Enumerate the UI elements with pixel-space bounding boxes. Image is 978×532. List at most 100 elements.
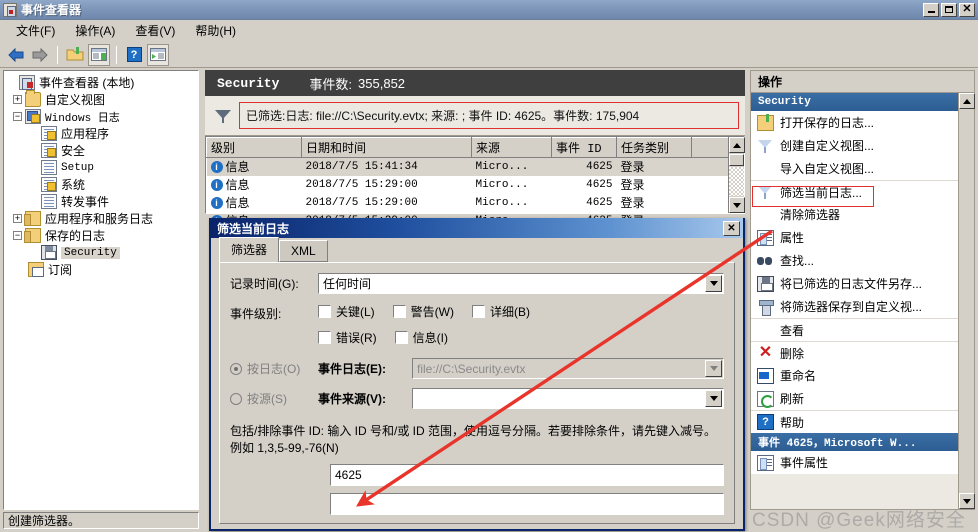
tree-node-windows-logs[interactable]: − Windows 日志: [7, 108, 196, 125]
action-properties[interactable]: 属性: [751, 226, 974, 249]
event-list[interactable]: 级别 日期和时间 来源 事件 ID 任务类别 i信息 2018/7/5 15:4…: [205, 136, 745, 214]
event-source-combobox[interactable]: [412, 388, 724, 409]
menu-help[interactable]: 帮助(H): [185, 20, 246, 41]
chevron-down-icon[interactable]: [705, 390, 722, 407]
menu-view[interactable]: 查看(V): [125, 20, 185, 41]
help-icon[interactable]: ?: [123, 44, 145, 66]
actions-scroll-up-button[interactable]: [959, 93, 975, 109]
checkbox-box[interactable]: [318, 305, 331, 318]
chevron-down-icon[interactable]: [705, 360, 722, 377]
action-rename[interactable]: 重命名: [751, 364, 974, 387]
action-refresh[interactable]: 刷新: [751, 387, 974, 410]
tab-filter[interactable]: 筛选器: [219, 237, 279, 263]
forward-arrow-icon[interactable]: [29, 44, 51, 66]
log-key-icon: [41, 126, 57, 141]
action-filter-current-log[interactable]: 筛选当前日志...: [751, 180, 974, 203]
open-folder-icon[interactable]: [64, 44, 86, 66]
cell-datetime: 2018/7/5 15:29:00: [302, 176, 472, 194]
action-import-custom-view[interactable]: 导入自定义视图...: [751, 157, 974, 180]
scroll-up-button[interactable]: [729, 137, 745, 153]
help-icon: ?: [757, 414, 774, 430]
show-actions-icon[interactable]: [147, 44, 169, 66]
action-clear-filter[interactable]: 清除筛选器: [751, 203, 974, 226]
expander-plus-icon[interactable]: +: [13, 95, 22, 104]
actions-scroll-down-button[interactable]: [959, 493, 975, 509]
tree-node-forwarded-events[interactable]: 转发事件: [7, 193, 196, 210]
checkbox-critical[interactable]: 关键(L): [318, 303, 375, 320]
tree-node-apps-and-services-logs[interactable]: + 应用程序和服务日志: [7, 210, 196, 227]
scroll-thumb[interactable]: [729, 154, 744, 166]
checkbox-information[interactable]: 信息(I): [395, 329, 448, 346]
column-header-level[interactable]: 级别: [207, 138, 302, 158]
tree-node-event-viewer-root[interactable]: 事件查看器 (本地): [7, 74, 196, 91]
column-header-event-id[interactable]: 事件 ID: [552, 138, 617, 158]
tree-node-application[interactable]: 应用程序: [7, 125, 196, 142]
tree-node-subscriptions[interactable]: 订阅: [7, 261, 196, 278]
action-find[interactable]: 查找...: [751, 249, 974, 272]
tree-node-security-saved[interactable]: Security: [7, 244, 196, 261]
console-tree-pane[interactable]: 事件查看器 (本地) + 自定义视图 − Windows 日志 应用程序 安全: [3, 70, 199, 510]
cell-datetime: 2018/7/5 15:29:00: [302, 194, 472, 212]
checkbox-warning[interactable]: 警告(W): [393, 303, 454, 320]
checkbox-error[interactable]: 错误(R): [318, 329, 377, 346]
chevron-down-icon[interactable]: [705, 275, 722, 292]
action-save-filter-to-custom-view[interactable]: 将筛选器保存到自定义视...: [751, 295, 974, 318]
event-id-input[interactable]: 4625: [330, 464, 724, 486]
maximize-button[interactable]: [941, 3, 957, 17]
funnel-icon: [213, 107, 233, 125]
keywords-input[interactable]: [330, 493, 724, 515]
scroll-down-button[interactable]: [729, 197, 745, 213]
tree-node-custom-views[interactable]: + 自定义视图: [7, 91, 196, 108]
event-log-combobox[interactable]: file://C:\Security.evtx: [412, 358, 724, 379]
log-icon: [41, 160, 57, 175]
table-row[interactable]: i信息 2018/7/5 15:29:00 Micro... 4625 登录: [207, 194, 744, 212]
column-header-source[interactable]: 来源: [472, 138, 552, 158]
event-list-scrollbar[interactable]: [728, 137, 744, 213]
active-filter-banner[interactable]: 已筛选:日志: file://C:\Security.evtx; 来源: ; 事…: [205, 96, 745, 136]
actions-group-security[interactable]: Security: [751, 93, 974, 111]
radio-by-log[interactable]: 按日志(O): [230, 360, 318, 377]
action-event-properties[interactable]: 事件属性: [751, 451, 974, 474]
radio-by-source[interactable]: 按源(S): [230, 390, 318, 407]
dialog-title: 筛选当前日志: [217, 220, 289, 237]
action-help[interactable]: ? 帮助: [751, 410, 974, 433]
checkbox-box[interactable]: [318, 331, 331, 344]
checkbox-box[interactable]: [472, 305, 485, 318]
minimize-button[interactable]: [923, 3, 939, 17]
action-open-saved-log[interactable]: 打开保存的日志...: [751, 111, 974, 134]
dialog-close-button[interactable]: ✕: [723, 221, 740, 236]
action-label: 将已筛选的日志文件另存...: [780, 275, 922, 292]
tree-node-setup[interactable]: Setup: [7, 159, 196, 176]
tree-node-saved-logs[interactable]: − 保存的日志: [7, 227, 196, 244]
action-create-custom-view[interactable]: 创建自定义视图...: [751, 134, 974, 157]
cell-source: Micro...: [472, 158, 552, 176]
column-header-datetime[interactable]: 日期和时间: [302, 138, 472, 158]
properties-icon: [757, 230, 774, 246]
menu-file[interactable]: 文件(F): [6, 20, 65, 41]
checkbox-box[interactable]: [395, 331, 408, 344]
actions-scrollbar[interactable]: [958, 93, 974, 509]
radio-button[interactable]: [230, 363, 242, 375]
table-row[interactable]: i信息 2018/7/5 15:41:34 Micro... 4625 登录: [207, 158, 744, 176]
action-save-filtered-log[interactable]: 将已筛选的日志文件另存...: [751, 272, 974, 295]
close-button[interactable]: ✕: [959, 3, 975, 17]
checkbox-box[interactable]: [393, 305, 406, 318]
expander-plus-icon[interactable]: +: [13, 214, 22, 223]
scroll-track[interactable]: [729, 167, 744, 196]
back-arrow-icon[interactable]: [5, 44, 27, 66]
logged-combobox[interactable]: 任何时间: [318, 273, 724, 294]
tree-node-security-log[interactable]: 安全: [7, 142, 196, 159]
expander-minus-icon[interactable]: −: [13, 112, 22, 121]
tab-xml[interactable]: XML: [279, 240, 328, 262]
menu-action[interactable]: 操作(A): [65, 20, 125, 41]
tree-node-system[interactable]: 系统: [7, 176, 196, 193]
actions-group-event[interactable]: 事件 4625，Microsoft W...: [751, 433, 974, 451]
table-row[interactable]: i信息 2018/7/5 15:29:00 Micro... 4625 登录: [207, 176, 744, 194]
checkbox-verbose[interactable]: 详细(B): [472, 303, 530, 320]
expander-minus-icon[interactable]: −: [13, 231, 22, 240]
show-tree-icon[interactable]: [88, 44, 110, 66]
column-header-task-category[interactable]: 任务类别: [617, 138, 692, 158]
action-view[interactable]: 查看: [751, 318, 974, 341]
action-delete[interactable]: ✕ 删除: [751, 341, 974, 364]
radio-button[interactable]: [230, 393, 242, 405]
